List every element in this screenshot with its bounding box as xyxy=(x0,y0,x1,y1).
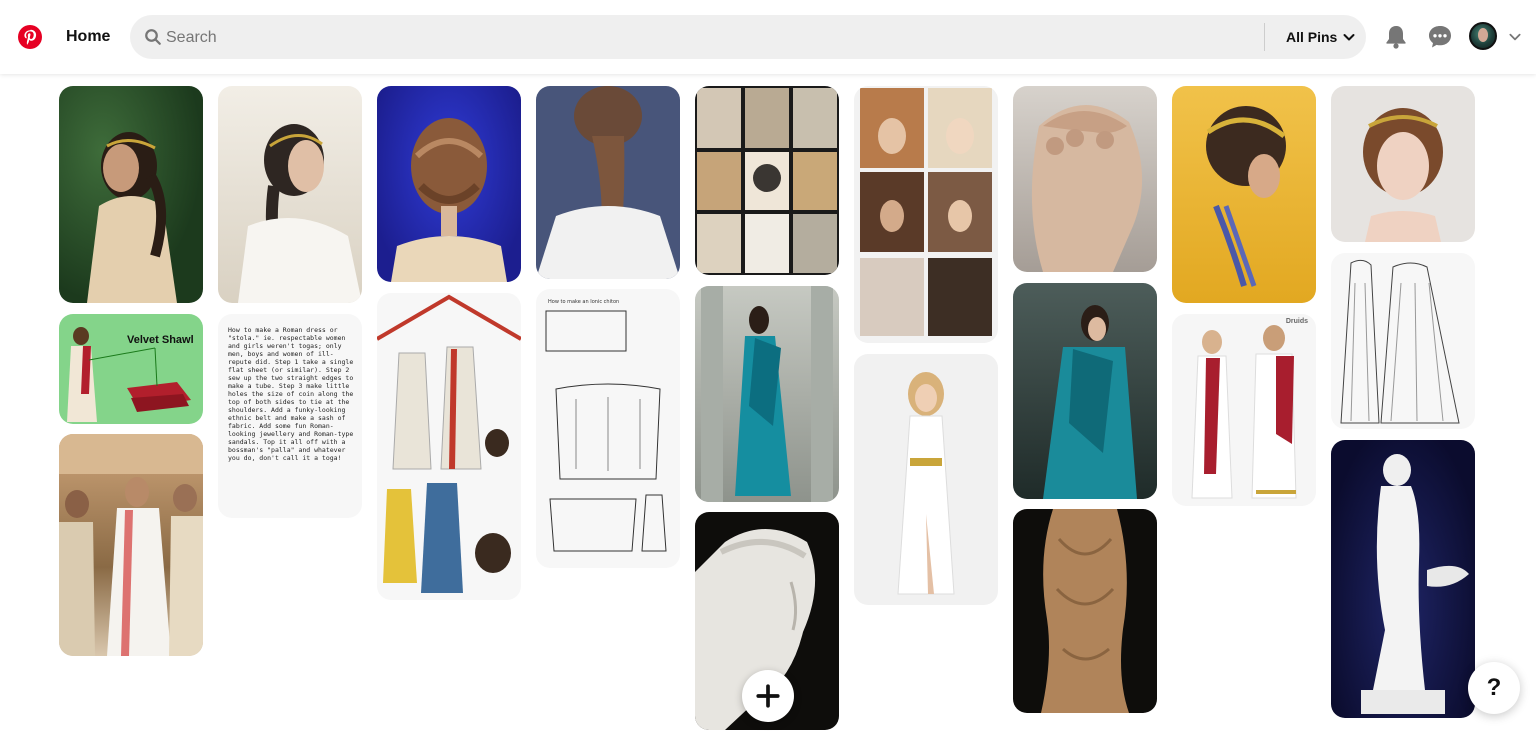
chat-bubble-icon[interactable] xyxy=(1424,21,1456,53)
pin-braided-headband[interactable] xyxy=(218,86,362,303)
pin-greek-drapery-sketch[interactable] xyxy=(1331,253,1475,429)
pin-image xyxy=(238,124,362,303)
filter-label: All Pins xyxy=(1286,29,1338,45)
pin-teal-drape[interactable] xyxy=(1013,283,1157,499)
pin-roman-dress-howto[interactable]: How to make a Roman dress or "stola." ie… xyxy=(218,314,362,518)
pin-image xyxy=(377,294,521,593)
pin-velvet-shawl[interactable]: Velvet Shawl xyxy=(59,314,203,424)
plus-icon xyxy=(756,684,780,708)
pin-roman-busts-collage[interactable] xyxy=(695,86,839,275)
pin-roman-costume-plate[interactable] xyxy=(377,293,521,600)
pin-caption: How to make a Roman dress or "stola." ie… xyxy=(228,326,354,462)
create-pin-button[interactable] xyxy=(742,670,794,722)
search-divider xyxy=(1264,23,1265,51)
help-button[interactable]: ? xyxy=(1468,662,1520,714)
search-input[interactable]: Search xyxy=(166,29,217,47)
search-bar[interactable]: Search All Pins xyxy=(130,15,1366,59)
pin-image xyxy=(545,310,667,552)
pin-laurel-braid[interactable] xyxy=(1172,86,1316,303)
pin-antinous-bust[interactable] xyxy=(1013,86,1157,272)
pin-ionic-chiton-howto[interactable]: How to make an Ionic chiton xyxy=(536,289,680,568)
pin-image xyxy=(897,372,955,595)
bell-icon[interactable] xyxy=(1380,21,1412,53)
chevron-down-icon xyxy=(1343,34,1355,41)
pin-marble-statue-basin[interactable] xyxy=(1331,440,1475,718)
pin-image xyxy=(1031,104,1143,272)
pin-image xyxy=(536,86,680,279)
pin-greek-hair-green[interactable] xyxy=(59,86,203,303)
pin-image xyxy=(87,132,177,303)
search-icon xyxy=(145,29,161,45)
pin-image xyxy=(1363,108,1443,242)
pin-laurel-crown-portrait[interactable] xyxy=(1331,86,1475,242)
pin-image xyxy=(1041,509,1129,713)
pin-teal-stola[interactable] xyxy=(695,286,839,502)
pin-image xyxy=(860,88,992,336)
pinterest-logo-icon[interactable] xyxy=(18,25,42,49)
pin-image xyxy=(1043,305,1137,499)
pin-image xyxy=(1340,259,1460,424)
pin-filter-dropdown[interactable]: All Pins xyxy=(1278,15,1363,59)
account-chevron-down-icon[interactable] xyxy=(1508,30,1522,44)
pin-image xyxy=(1361,454,1469,714)
pin-image xyxy=(1206,106,1286,287)
pin-hairstyle-collage[interactable] xyxy=(854,86,998,343)
pin-image xyxy=(1191,325,1297,499)
home-button[interactable]: Home xyxy=(54,20,122,54)
top-nav-bar: Home Search All Pins xyxy=(0,0,1536,74)
pin-image xyxy=(701,286,833,502)
pin-roman-wedding[interactable] xyxy=(59,434,203,656)
pin-fishtail-braid[interactable] xyxy=(536,86,680,279)
pin-white-greek-dress[interactable] xyxy=(854,354,998,605)
pin-draped-statue[interactable] xyxy=(1013,509,1157,713)
pin-image xyxy=(59,434,203,656)
pin-image xyxy=(391,118,507,282)
pin-caption: Velvet Shawl xyxy=(127,334,194,346)
pin-image xyxy=(67,327,191,422)
pin-braided-updo-blue[interactable] xyxy=(377,86,521,282)
pin-image xyxy=(697,88,837,273)
pin-roman-couple-costume[interactable]: Druids xyxy=(1172,314,1316,506)
avatar[interactable] xyxy=(1469,22,1497,50)
